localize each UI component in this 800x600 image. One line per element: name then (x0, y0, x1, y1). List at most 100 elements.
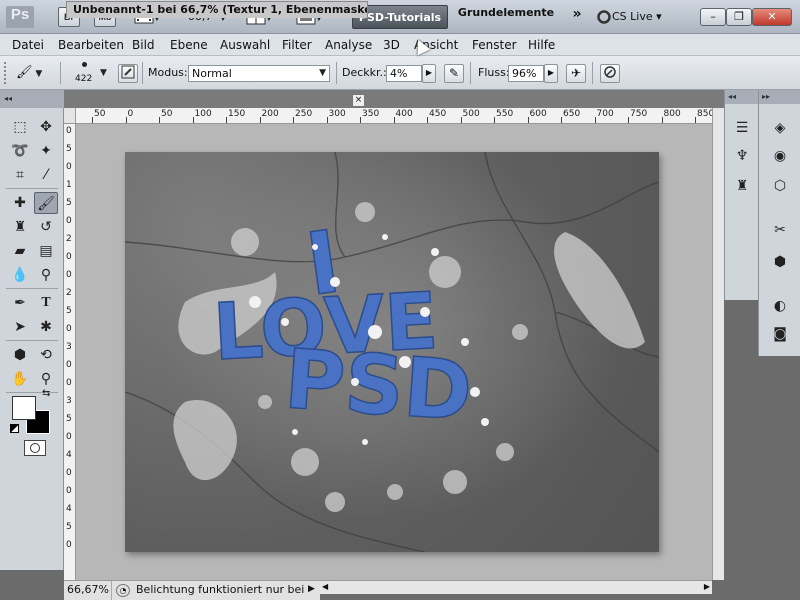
tools-panel-header[interactable]: ◂◂ (0, 90, 64, 108)
menu-3d[interactable]: 3D (383, 34, 400, 56)
flow-input[interactable]: 96% (508, 65, 544, 82)
ruler-tick-label: 350 (362, 109, 380, 119)
tool-preset-picker[interactable]: 🖌 ▼ (16, 63, 54, 83)
opacity-input[interactable]: 4% (386, 65, 422, 82)
document-canvas[interactable]: I LOVE PSD (125, 152, 659, 552)
status-info-icon[interactable]: ◔ (116, 584, 130, 597)
menu-analyse[interactable]: Analyse (325, 34, 372, 56)
foreground-color-swatch[interactable] (12, 396, 36, 420)
status-zoom-field[interactable]: 66,67% (64, 581, 112, 600)
brushes-icon: ♆ (735, 148, 749, 164)
vertical-scrollbar[interactable] (712, 108, 724, 580)
eyedropper-tool[interactable]: ⁄ (34, 164, 58, 186)
blend-mode-select[interactable]: Normal ▼ (188, 65, 330, 82)
3d-panel-button[interactable]: ⬢ (767, 250, 793, 274)
toggle-brush-panel-button[interactable] (118, 64, 138, 83)
swap-colors-icon[interactable]: ⇆ (42, 388, 50, 399)
menu-datei[interactable]: Datei (12, 34, 44, 56)
channels-panel-button[interactable]: ◉ (767, 144, 793, 168)
ruler-tick (125, 117, 127, 123)
scroll-left-arrow[interactable]: ◀ (322, 582, 328, 591)
document-tab[interactable]: Unbenannt-1 bei 66,7% (Textur 1, Ebenenm… (66, 1, 368, 18)
ruler-tick (661, 117, 663, 123)
marquee-tool[interactable]: ⬚ (8, 116, 32, 138)
quick-selection-tool[interactable]: ✦ (34, 140, 58, 162)
ruler-tick-label: 5 (66, 522, 72, 532)
type-icon: T (41, 295, 51, 310)
move-tool[interactable]: ✥ (34, 116, 58, 138)
workspace-grundelemente[interactable]: Grundelemente (456, 6, 556, 28)
canvas-workspace[interactable]: I LOVE PSD (76, 124, 712, 580)
eraser-tool[interactable]: ▰ (8, 240, 32, 262)
flow-slider-button[interactable]: ▶ (544, 64, 558, 83)
menu-hilfe[interactable]: Hilfe (528, 34, 555, 56)
panel-dock-left-header[interactable]: ◂◂ (725, 90, 758, 104)
3d-camera-icon: ⟲ (40, 347, 52, 363)
ruler-tick-label: 3 (66, 396, 72, 406)
menu-auswahl[interactable]: Auswahl (220, 34, 270, 56)
menu-ebene[interactable]: Ebene (170, 34, 208, 56)
bandage-icon: ✚ (14, 195, 26, 211)
default-colors-icon[interactable] (10, 424, 19, 433)
ruler-tick (192, 117, 194, 123)
collapse-arrows-icon: ◂◂ (728, 92, 737, 101)
3d-rotate-tool[interactable]: ⬢ (8, 344, 32, 366)
ruler-tick-label: 0 (66, 126, 72, 136)
more-workspaces-button[interactable]: » (566, 6, 588, 28)
masks-panel-button[interactable]: ◐ (767, 294, 793, 318)
history-brush-tool[interactable]: ↺ (34, 216, 58, 238)
3d-camera-tool[interactable]: ⟲ (34, 344, 58, 366)
panel-dock-right-header[interactable]: ▸▸ (759, 90, 800, 104)
gradient-tool[interactable]: ▤ (34, 240, 58, 262)
pen-tool[interactable]: ✒ (8, 292, 32, 314)
tool-presets-panel-button[interactable]: ✂ (767, 218, 793, 242)
adjustments-panel-button[interactable]: ☰ (729, 116, 755, 140)
scroll-right-arrow[interactable]: ▶ (704, 582, 710, 591)
lasso-tool[interactable]: ➰ (8, 140, 32, 162)
ruler-origin[interactable] (64, 108, 76, 124)
path-selection-tool[interactable]: ➤ (8, 316, 32, 338)
pressure-size-button[interactable] (600, 64, 620, 83)
menu-fenster[interactable]: Fenster (472, 34, 517, 56)
brush-tip-icon (82, 62, 87, 67)
custom-shape-tool[interactable]: ✱ (34, 316, 58, 338)
brush-tool[interactable]: 🖌 (34, 192, 58, 214)
status-menu-arrow[interactable]: ▶ (308, 584, 315, 594)
airbrush-button[interactable]: ✈ (566, 64, 586, 83)
opacity-slider-button[interactable]: ▶ (422, 64, 436, 83)
zoom-tool[interactable]: ⚲ (34, 368, 58, 390)
gradient-icon: ▤ (39, 243, 53, 259)
horizontal-scrollbar[interactable]: ◀ ▶ (320, 580, 712, 594)
brush-presets-panel-button[interactable]: ♆ (729, 144, 755, 168)
maximize-button[interactable]: ❐ (726, 8, 752, 26)
crop-tool[interactable]: ⌗ (8, 164, 32, 186)
clone-source-panel-button[interactable]: ♜ (729, 174, 755, 198)
photoshop-window: Ps Br Mb ▼ 66,7 ▼ ▼ ▼ PSD-Tutorials Grun… (0, 0, 800, 600)
type-tool[interactable]: T (34, 292, 58, 314)
close-window-button[interactable]: ✕ (752, 8, 792, 26)
clone-stamp-tool[interactable]: ♜ (8, 216, 32, 238)
cs-live-menu[interactable]: CS Live ▾ (612, 6, 692, 28)
menu-bearbeiten[interactable]: Bearbeiten (58, 34, 124, 56)
collapse-arrows-icon: ◂◂ (4, 94, 13, 103)
healing-brush-tool[interactable]: ✚ (8, 192, 32, 214)
ruler-tick-label: 150 (228, 109, 246, 119)
styles-panel-button[interactable]: ◙ (767, 322, 793, 346)
ruler-tick-label: 650 (563, 109, 581, 119)
options-grip[interactable] (4, 62, 12, 84)
horizontal-ruler[interactable]: 50 0 50 100 150 200 250 300 350 400 450 500 550 600 65… (76, 108, 712, 124)
minimize-button[interactable]: – (700, 8, 726, 26)
close-tab-button[interactable]: × (352, 94, 365, 107)
hand-tool[interactable]: ✋ (8, 368, 32, 390)
brush-preset-picker[interactable]: 422 ▼ (70, 60, 110, 88)
menu-bild[interactable]: Bild (132, 34, 155, 56)
blur-tool[interactable]: 💧 (8, 264, 32, 286)
paths-panel-button[interactable]: ⬡ (767, 174, 793, 198)
pressure-opacity-button[interactable]: ✎ (444, 64, 464, 83)
menu-filter[interactable]: Filter (282, 34, 312, 56)
dodge-tool[interactable]: ⚲ (34, 264, 58, 286)
layers-panel-button[interactable]: ◈ (767, 116, 793, 140)
tools-icon: ✂ (774, 222, 786, 238)
vertical-ruler[interactable]: 0 5 0 1 5 0 2 0 0 2 5 0 3 0 0 3 5 0 4 0 0 4 5 0 (64, 124, 76, 580)
quick-mask-button[interactable] (24, 440, 46, 456)
